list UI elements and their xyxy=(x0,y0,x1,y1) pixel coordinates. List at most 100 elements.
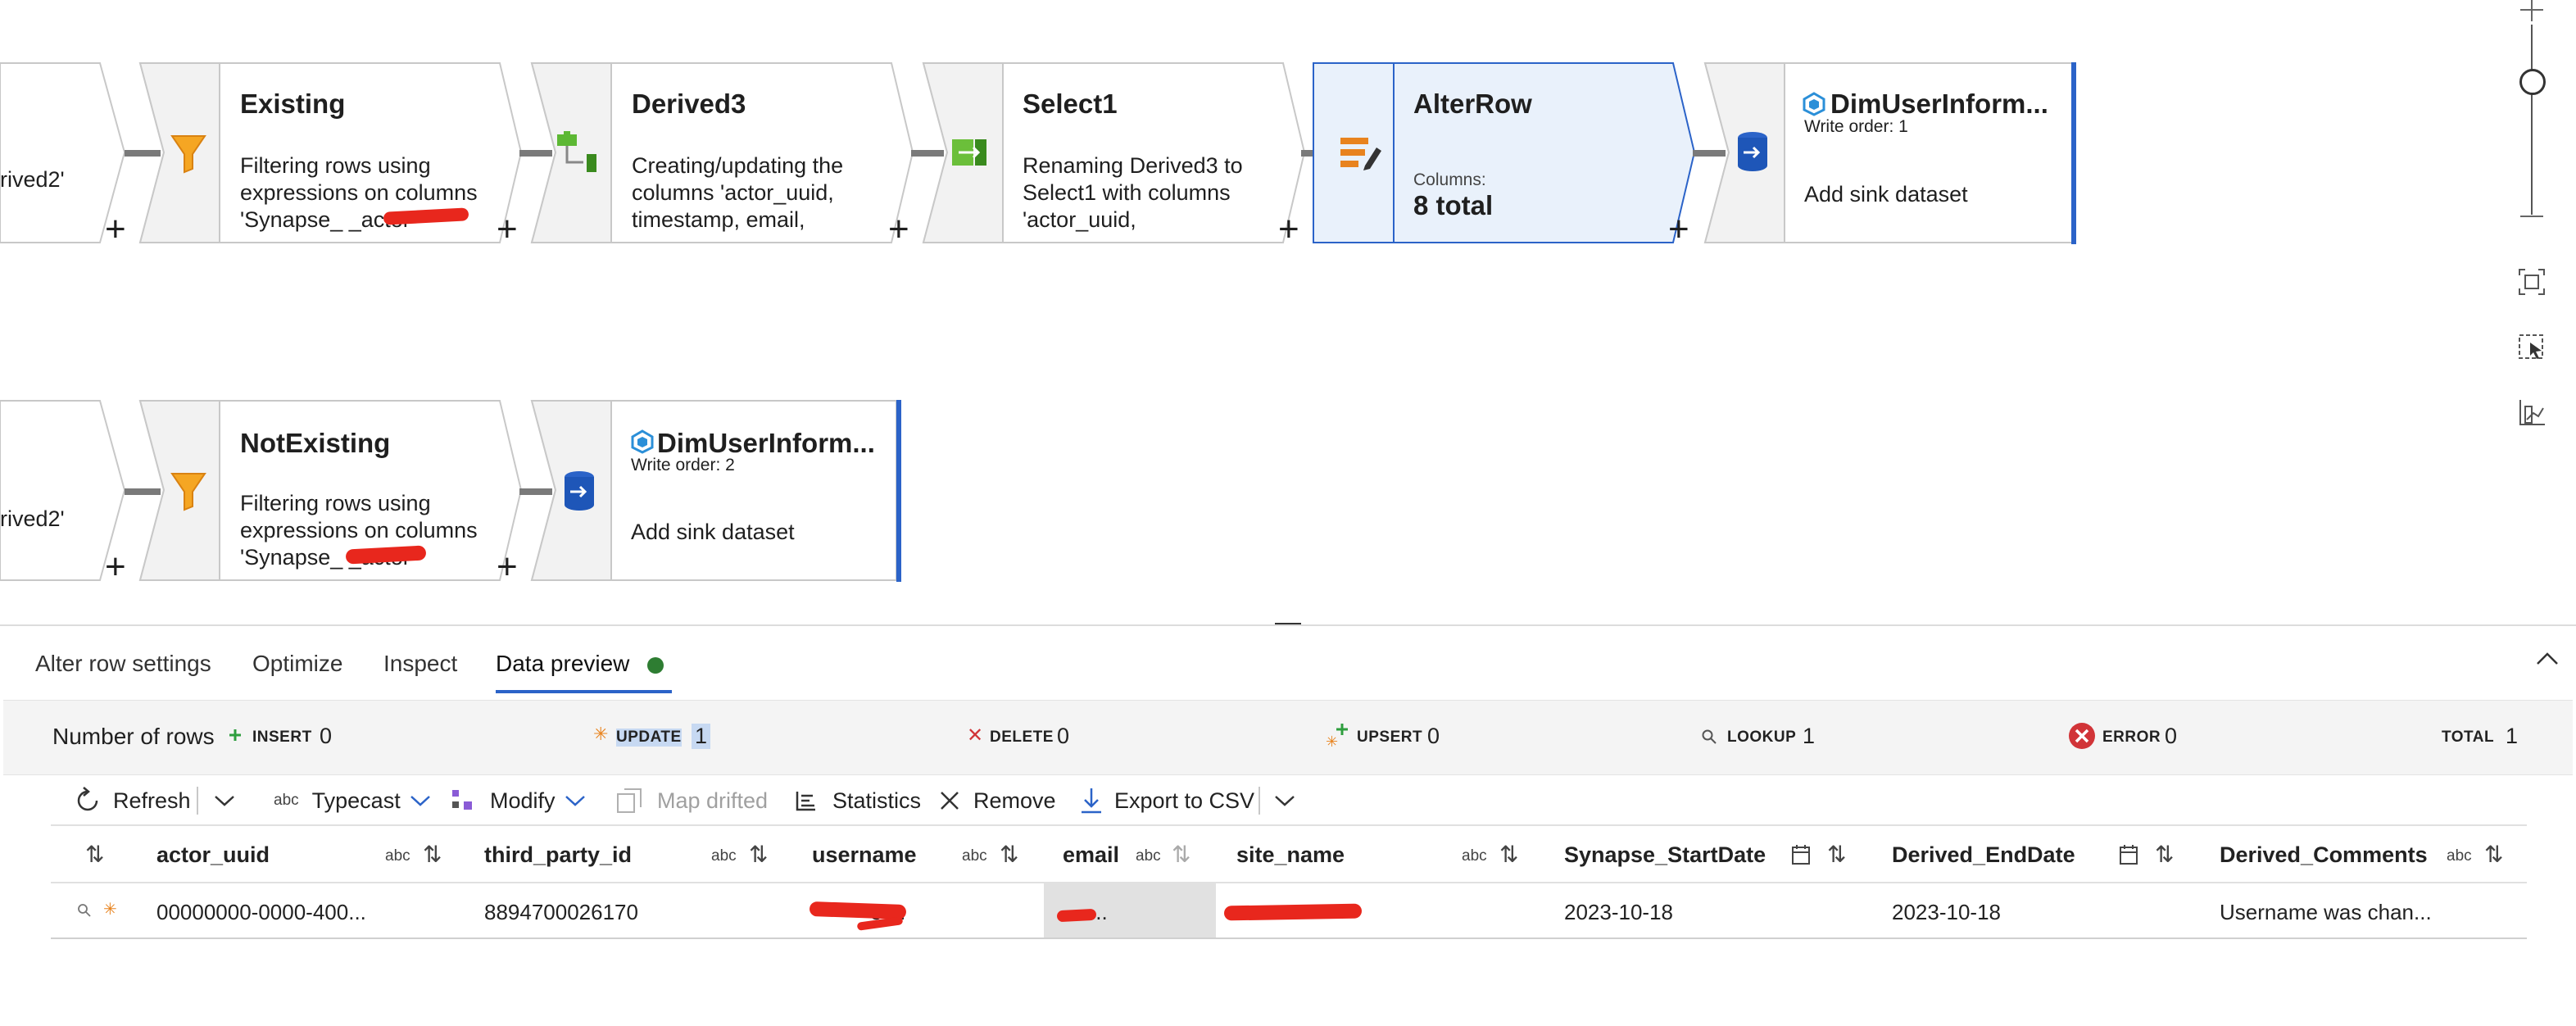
active-tab-indicator xyxy=(496,690,672,693)
statistics-label: Statistics xyxy=(832,788,922,813)
add-transform-button[interactable]: + xyxy=(497,549,518,585)
tab-optimize[interactable]: Optimize xyxy=(252,651,342,677)
cell-derived-enddate[interactable]: 2023-10-18 xyxy=(1892,900,2001,925)
error-count: 0 xyxy=(2165,724,2178,748)
zoom-out-button[interactable] xyxy=(2510,195,2553,238)
sort-icon[interactable]: ⇅ xyxy=(2155,841,2174,868)
zoom-slider-thumb[interactable] xyxy=(2519,69,2546,95)
type-abc-icon: abc xyxy=(385,847,410,865)
row-lookup-icon xyxy=(78,904,91,917)
fit-to-view-icon xyxy=(2519,269,2545,295)
chart-icon xyxy=(2519,400,2545,425)
select-tool-button[interactable] xyxy=(2510,326,2553,369)
cell-synapse-startdate[interactable]: 2023-10-18 xyxy=(1564,900,1673,925)
dataflow-canvas[interactable]: rived2' + Existing Filtering rows using … xyxy=(0,0,2576,623)
alter-row-icon xyxy=(1340,138,1381,170)
add-transform-button[interactable]: + xyxy=(105,549,126,585)
chevron-down-icon xyxy=(1275,796,1295,806)
more-dropdown-button[interactable] xyxy=(1273,776,1296,825)
col-header-site-name[interactable]: site_name xyxy=(1236,842,1345,868)
col-header-email[interactable]: email xyxy=(1063,842,1119,868)
node-title-alterrow: AlterRow xyxy=(1413,89,1532,119)
tab-alter-row-settings[interactable]: Alter row settings xyxy=(35,651,211,677)
tab-data-preview[interactable]: Data preview xyxy=(496,651,629,677)
sink-selection-bar xyxy=(896,400,901,582)
tab-inspect[interactable]: Inspect xyxy=(383,651,457,677)
col-header-derived-comments[interactable]: Derived_Comments xyxy=(2220,842,2428,868)
col-header-synapse-startdate[interactable]: Synapse_StartDate xyxy=(1564,842,1766,868)
add-sink-dataset-link[interactable]: Add sink dataset xyxy=(631,520,795,545)
add-transform-button[interactable]: + xyxy=(105,211,126,247)
derived-column-icon xyxy=(557,131,596,172)
chevron-down-icon xyxy=(215,796,234,806)
type-abc-icon: abc xyxy=(1462,847,1487,865)
refresh-dropdown-button[interactable] xyxy=(213,776,236,825)
type-abc-icon: abc xyxy=(2447,847,2472,865)
collapse-panel-chevron-up-icon[interactable] xyxy=(2535,651,2560,667)
add-transform-button[interactable]: + xyxy=(888,211,909,247)
sort-icon[interactable]: ⇅ xyxy=(1172,841,1190,868)
refresh-button[interactable]: Refresh xyxy=(74,776,191,825)
add-transform-button[interactable]: + xyxy=(1278,211,1299,247)
zoom-slider-track[interactable] xyxy=(2531,25,2533,215)
typecast-button[interactable]: abc Typecast xyxy=(274,776,432,825)
col-header-username[interactable]: username xyxy=(812,842,917,868)
add-transform-button[interactable]: + xyxy=(1668,211,1689,247)
select-icon xyxy=(2519,334,2543,359)
typecast-label: Typecast xyxy=(311,788,401,813)
add-sink-dataset-link[interactable]: Add sink dataset xyxy=(1804,182,1968,207)
partial-node-label: rived2' xyxy=(0,506,65,531)
insert-icon xyxy=(229,729,241,741)
sort-icon[interactable]: ⇅ xyxy=(1000,841,1018,868)
date-type-icon xyxy=(2120,845,2138,865)
export-csv-button[interactable]: Export to CSV xyxy=(1080,776,1254,825)
map-drifted-button[interactable]: Map drifted xyxy=(616,776,768,825)
node-title-derived3: Derived3 xyxy=(632,89,746,119)
upsert-icon: ✳ xyxy=(1326,724,1348,748)
dataset-icon xyxy=(1803,92,1825,116)
table-top-border xyxy=(51,824,2527,826)
sort-icon[interactable]: ⇅ xyxy=(749,841,768,868)
modify-label: Modify xyxy=(490,788,556,813)
sort-icon[interactable]: ⇅ xyxy=(1827,841,1846,868)
node-desc-select1: Renaming Derived3 to Select1 with column… xyxy=(1023,153,1243,232)
node-title-sink-2: DimUserInform... xyxy=(657,428,875,458)
refresh-icon xyxy=(77,787,98,811)
cell-actor-uuid[interactable]: 00000000-0000-400... xyxy=(156,900,366,925)
statistics-button[interactable]: Statistics xyxy=(795,776,921,825)
chevron-down-icon xyxy=(410,796,430,806)
lookup-label: LOOKUP xyxy=(1727,729,1797,746)
lookup-count: 1 xyxy=(1803,724,1816,748)
chart-tool-button[interactable] xyxy=(2510,392,2553,434)
modify-button[interactable]: Modify xyxy=(451,776,587,825)
col-header-derived-enddate[interactable]: Derived_EndDate xyxy=(1892,842,2075,868)
export-csv-label: Export to CSV xyxy=(1114,788,1255,813)
bottom-panel: Alter row settings Optimize Inspect Data… xyxy=(0,624,2576,1026)
sort-icon[interactable]: ⇅ xyxy=(85,841,104,868)
sort-icon[interactable]: ⇅ xyxy=(1499,841,1518,868)
type-abc-icon: abc xyxy=(711,847,737,865)
remove-x-icon xyxy=(941,792,959,810)
refresh-label: Refresh xyxy=(113,788,191,813)
sort-icon[interactable]: ⇅ xyxy=(2484,841,2503,868)
add-transform-button[interactable]: + xyxy=(497,211,518,247)
delete-count: 0 xyxy=(1057,724,1070,748)
modify-icon xyxy=(452,790,472,810)
col-header-third-party-id[interactable]: third_party_id xyxy=(484,842,632,868)
update-label: UPDATE xyxy=(616,729,682,747)
fit-to-view-button[interactable] xyxy=(2510,261,2553,303)
cell-third-party-id[interactable]: 8894700026170 xyxy=(484,900,638,925)
col-header-actor-uuid[interactable]: actor_uuid xyxy=(156,842,270,868)
remove-button[interactable]: Remove xyxy=(939,776,1056,825)
select-transform-icon xyxy=(952,139,986,166)
node-title-notexisting: NotExisting xyxy=(240,428,391,458)
sink-database-icon xyxy=(1738,132,1767,171)
sort-icon[interactable]: ⇅ xyxy=(423,841,442,868)
columns-label: Columns: xyxy=(1413,170,1486,189)
write-order-2: Write order: 2 xyxy=(631,456,735,474)
cell-derived-comments[interactable]: Username was chan... xyxy=(2220,900,2432,925)
error-label: ERROR xyxy=(2102,729,2161,746)
row-count-title: Number of rows xyxy=(52,724,215,749)
toolbar-divider xyxy=(197,787,198,815)
dataset-icon xyxy=(631,429,654,454)
